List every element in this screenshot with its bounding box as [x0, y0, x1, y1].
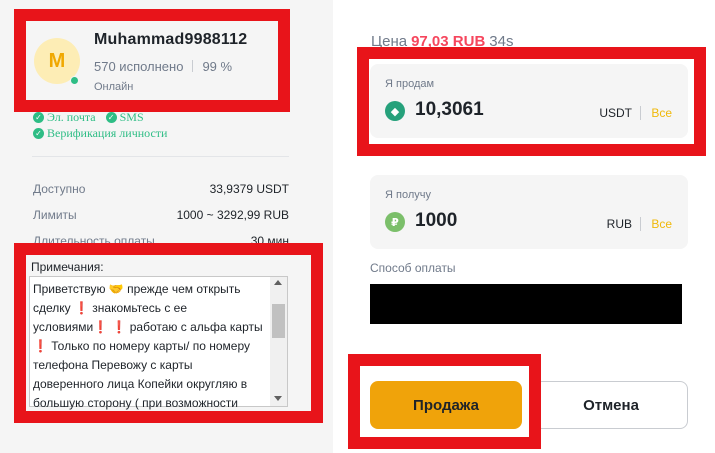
receive-amount-input[interactable]: 1000 [415, 210, 457, 232]
notes-label: Примечания: [31, 260, 104, 274]
payment-method-select[interactable] [370, 284, 688, 324]
orders-completed: 570 исполнено [94, 59, 184, 74]
receive-amount-card[interactable]: Я получу ₽ 1000 RUB Все [370, 175, 688, 249]
sell-amount-card[interactable]: Я продам ◆ 10,3061 USDT Все [370, 64, 688, 138]
cancel-button[interactable]: Отмена [534, 381, 688, 429]
limits-label: Лимиты [33, 208, 77, 222]
payment-time-value: 30 мин [250, 234, 289, 248]
p2p-order-page: M Muhammad9988112 570 исполнено 99 % Онла… [0, 0, 715, 453]
sell-all-button[interactable]: Все [651, 106, 672, 120]
price-label: Цена [371, 33, 408, 50]
price-line: Цена 97,03 RUB 34s [371, 33, 513, 50]
order-form: Цена 97,03 RUB 34s Я продам ◆ 10,3061 USDT… [333, 0, 715, 453]
rub-coin-icon: ₽ [385, 212, 405, 232]
limits-value: 1000 ~ 3292,99 RUB [176, 208, 289, 222]
verification-sms: SMS [119, 110, 144, 124]
check-icon: ✓ [33, 128, 44, 139]
check-icon: ✓ [33, 112, 44, 123]
notes-text: Приветствую 🤝 прежде чем открыть сделку … [33, 282, 266, 410]
online-indicator-icon [70, 76, 79, 85]
payment-time-label: Длительность оплаты [33, 234, 155, 248]
receive-all-button[interactable]: Все [651, 217, 672, 231]
available-value: 33,9379 USDT [209, 182, 289, 196]
sell-label: Я продам [385, 78, 435, 90]
check-icon: ✓ [105, 112, 117, 123]
scroll-thumb[interactable] [272, 304, 285, 338]
verification-row-2: ✓ Верификация личности [33, 126, 167, 141]
verification-row-1: ✓ Эл. почта ✓ SMS [33, 110, 144, 125]
price-value: 97,03 RUB [411, 33, 486, 50]
card-divider [640, 217, 641, 231]
available-label: Доступно [33, 182, 86, 196]
sell-button[interactable]: Продажа [370, 381, 522, 429]
stats-divider [192, 60, 194, 72]
notes-textarea[interactable]: Приветствую 🤝 прежде чем открыть сделку … [29, 276, 288, 410]
completion-rate: 99 % [202, 59, 233, 74]
sell-unit: USDT [599, 106, 632, 120]
receive-unit: RUB [606, 217, 632, 231]
merchant-name[interactable]: Muhammad9988112 [94, 31, 247, 49]
usdt-coin-icon: ◆ [385, 101, 405, 121]
merchant-stats: 570 исполнено 99 % [94, 59, 232, 74]
online-status: Онлайн [94, 81, 134, 93]
scroll-up-arrow-icon[interactable] [274, 280, 282, 285]
verification-identity: Верификация личности [47, 126, 168, 140]
sell-amount-input[interactable]: 10,3061 [415, 99, 484, 121]
receive-label: Я получу [385, 189, 431, 201]
verification-email: Эл. почта [47, 110, 96, 124]
merchant-panel: M Muhammad9988112 570 исполнено 99 % Онла… [0, 0, 333, 453]
payment-method-label: Способ оплаты [370, 261, 456, 275]
price-timer: 34s [489, 33, 514, 50]
scroll-down-arrow-icon[interactable] [274, 396, 282, 401]
notes-scrollbar[interactable] [270, 277, 287, 406]
card-divider [640, 106, 641, 120]
section-divider [32, 156, 289, 157]
